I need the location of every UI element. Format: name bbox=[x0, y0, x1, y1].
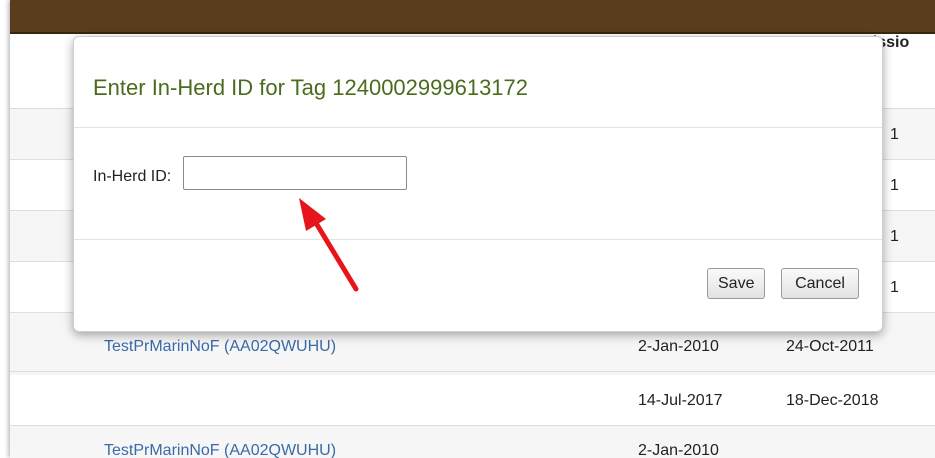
red-arrow-icon bbox=[299, 198, 359, 292]
